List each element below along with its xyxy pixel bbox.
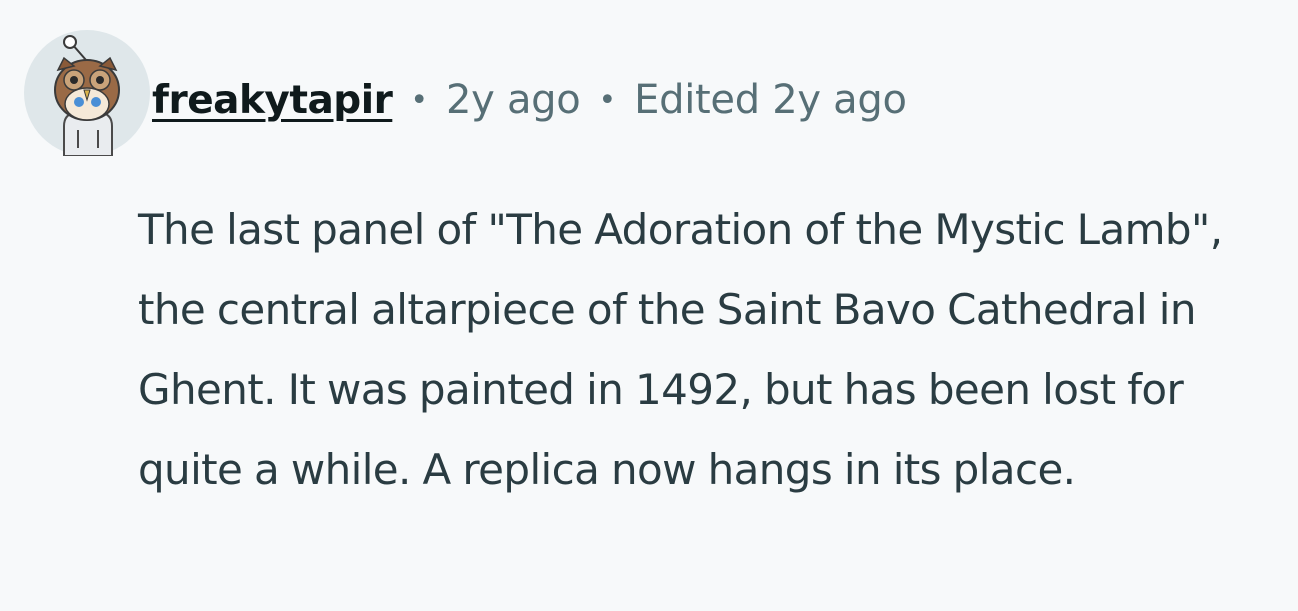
separator-dot: • (410, 82, 429, 118)
snoo-owl-avatar-icon (24, 30, 150, 156)
separator-dot: • (598, 82, 617, 118)
edited-time[interactable]: Edited 2y ago (634, 77, 907, 123)
comment: freakytapir • 2y ago • Edited 2y ago The… (0, 0, 1298, 611)
user-avatar[interactable] (24, 30, 150, 156)
posted-time[interactable]: 2y ago (446, 77, 581, 123)
username-link[interactable]: freakytapir (152, 78, 393, 123)
comment-body: The last panel of "The Adoration of the … (138, 205, 1223, 494)
comment-meta: freakytapir • 2y ago • Edited 2y ago (152, 72, 907, 128)
